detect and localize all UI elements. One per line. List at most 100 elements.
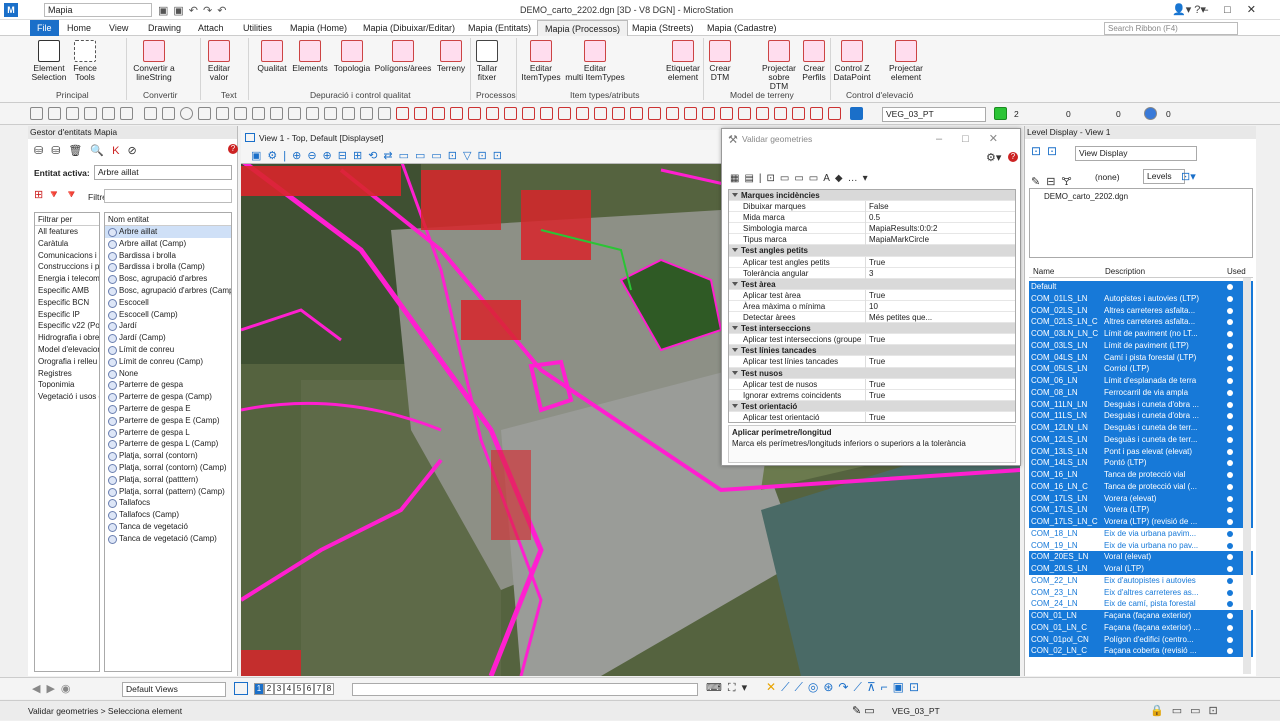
- property-category[interactable]: Test àrea: [729, 278, 1015, 290]
- level-row[interactable]: COM_04LS_LN Camí i pista forestal (LTP): [1029, 351, 1253, 364]
- entity-item[interactable]: Arbre aillat: [105, 226, 231, 238]
- entity-item[interactable]: Escocell (Camp): [105, 309, 231, 321]
- tool-icon[interactable]: [30, 107, 43, 120]
- property-value[interactable]: True: [865, 378, 1005, 390]
- property-value[interactable]: False: [865, 201, 1005, 213]
- levels-list[interactable]: Default COM_01LS_LN Autopistes i autovies …: [1029, 281, 1253, 695]
- editar-multi-itemtypes-button[interactable]: Editar multi ItemTypes: [564, 40, 626, 82]
- tool-icon[interactable]: [66, 107, 79, 120]
- property-value[interactable]: MapiaResults:0:0:2: [865, 223, 1005, 235]
- level-row[interactable]: COM_23_LN Eix d'altres carreteres as...: [1029, 586, 1253, 599]
- level-display-icons[interactable]: ⊡⊡: [1031, 144, 1063, 158]
- tool-icon[interactable]: [720, 107, 733, 120]
- level-row[interactable]: COM_06_LN Límit d'esplanada de terra: [1029, 375, 1253, 387]
- filter-icons[interactable]: ⊞🔻🔻: [34, 188, 83, 201]
- view-4-button[interactable]: 4: [284, 683, 294, 695]
- view-display-combo[interactable]: View Display: [1075, 146, 1197, 161]
- active-level-combo[interactable]: VEG_03_PT: [882, 107, 986, 122]
- level-row[interactable]: COM_01LS_LN Autopistes i autovies (LTP): [1029, 292, 1253, 305]
- editar-itemtypes-button[interactable]: Editar ItemTypes: [520, 40, 562, 82]
- circle-tool-icon[interactable]: [180, 107, 193, 120]
- dialog-window-controls[interactable]: –□✕: [936, 132, 1018, 145]
- tool-icon[interactable]: [576, 107, 589, 120]
- property-value[interactable]: True: [865, 334, 1005, 346]
- level-row[interactable]: COM_18_LN Eix de via urbana pavim...: [1029, 527, 1253, 540]
- property-row[interactable]: Dibuixar marques False: [729, 201, 1015, 213]
- level-row[interactable]: COM_19_LN Eix de via urbana no pav...: [1029, 539, 1253, 552]
- tool-icon[interactable]: [504, 107, 517, 120]
- entity-item[interactable]: Parterre de gespa: [105, 379, 231, 391]
- help-icon[interactable]: ?: [228, 144, 238, 154]
- status-icons[interactable]: ✎ ▭: [852, 701, 875, 721]
- entity-item[interactable]: Bardissa i brolla: [105, 250, 231, 262]
- entity-item[interactable]: Bosc, agrupació d'arbres (Camp): [105, 285, 231, 297]
- col-used-header[interactable]: Used: [1227, 267, 1246, 276]
- entity-item[interactable]: None: [105, 368, 231, 380]
- level-row[interactable]: COM_17LS_LN Vorera (LTP): [1029, 504, 1253, 516]
- filter-item[interactable]: Toponimia: [35, 379, 99, 391]
- polygon-tool-icon[interactable]: [162, 107, 175, 120]
- level-row[interactable]: COM_20LS_LN Voral (LTP): [1029, 563, 1253, 575]
- tool-icon[interactable]: [738, 107, 751, 120]
- level-row[interactable]: COM_16_LN Tanca de protecció vial: [1029, 469, 1253, 481]
- filter-item[interactable]: Energia i telecomu: [35, 273, 99, 285]
- entity-item[interactable]: Parterre de gespa E: [105, 403, 231, 415]
- tool-icon[interactable]: [684, 107, 697, 120]
- filter-item[interactable]: Orografia i relleu: [35, 356, 99, 368]
- file-tree-item[interactable]: DEMO_carto_2202.dgn: [1030, 189, 1252, 204]
- tab-mapia-dibuixar[interactable]: Mapia (Dibuixar/Editar): [356, 20, 462, 36]
- status-right-icons[interactable]: 🔒▭▭⊡: [1150, 701, 1226, 721]
- tool-icon[interactable]: [468, 107, 481, 120]
- property-value[interactable]: True: [865, 389, 1005, 401]
- entity-item[interactable]: Jardí (Camp): [105, 332, 231, 344]
- settings-gear-icon[interactable]: ⚙▾: [986, 151, 1001, 164]
- level-row[interactable]: COM_17LS_LN_C Vorera (LTP) (revisió de ..…: [1029, 516, 1253, 528]
- entity-item[interactable]: Tallafocs (Camp): [105, 509, 231, 521]
- tool-icon[interactable]: [378, 107, 391, 120]
- level-row[interactable]: COM_16_LN_C Tanca de protecció vial (...: [1029, 480, 1253, 493]
- tab-drawing[interactable]: Drawing: [141, 20, 188, 36]
- display-style-icon[interactable]: ⊡▾: [1181, 170, 1196, 183]
- filter-item[interactable]: Especific AMB: [35, 285, 99, 297]
- entity-item[interactable]: Platja, sorral (contorn) (Camp): [105, 462, 231, 474]
- tool-icon[interactable]: [84, 107, 97, 120]
- property-category[interactable]: Marques incidències: [729, 190, 1015, 202]
- editar-valor-button[interactable]: Editar valor: [204, 40, 234, 82]
- level-row[interactable]: COM_24_LN Eix de camí, pista forestal: [1029, 598, 1253, 610]
- user-icon[interactable]: 👤▾ ?▾: [1172, 3, 1206, 16]
- tool-icon[interactable]: [522, 107, 535, 120]
- property-row[interactable]: Aplicar test àrea True: [729, 289, 1015, 301]
- entity-item[interactable]: Jardí: [105, 320, 231, 332]
- entity-item[interactable]: Tallafocs: [105, 497, 231, 509]
- style2-value[interactable]: 0: [1116, 109, 1121, 119]
- property-value[interactable]: Més petites que...: [865, 312, 1005, 324]
- tool-icon[interactable]: [270, 107, 283, 120]
- topologia-button[interactable]: Topologia: [332, 40, 372, 73]
- view-2-button[interactable]: 2: [264, 683, 274, 695]
- convertir-linestring-button[interactable]: Convertir a lineString: [132, 40, 176, 82]
- property-row[interactable]: Tipus marca MapiaMarkCircle: [729, 234, 1015, 246]
- tool-icon[interactable]: [486, 107, 499, 120]
- filter-item[interactable]: Construccions i po: [35, 261, 99, 273]
- level-row[interactable]: COM_17LS_LN Vorera (elevat): [1029, 492, 1253, 505]
- qualitat-button[interactable]: Qualitat: [254, 40, 290, 73]
- level-row[interactable]: COM_08_LN Ferrocarril de via ampla: [1029, 386, 1253, 399]
- tab-mapia-entitats[interactable]: Mapia (Entitats): [461, 20, 538, 36]
- tool-icon[interactable]: [648, 107, 661, 120]
- color-swatch-icon[interactable]: [994, 107, 1007, 120]
- tool-icon[interactable]: [756, 107, 769, 120]
- tool-icon[interactable]: [306, 107, 319, 120]
- filter-item[interactable]: Especific BCN: [35, 297, 99, 309]
- default-views-combo[interactable]: Default Views: [122, 682, 226, 697]
- tool-icon[interactable]: [48, 107, 61, 120]
- property-value[interactable]: True: [865, 256, 1005, 268]
- property-value[interactable]: 0.5: [865, 212, 1005, 224]
- style3-value[interactable]: 0: [1166, 109, 1171, 119]
- filter-item[interactable]: Comunicacions i v: [35, 250, 99, 262]
- level-row[interactable]: COM_03LS_LN Límit de paviment (LTP): [1029, 339, 1253, 352]
- tab-file[interactable]: File: [30, 20, 59, 36]
- col-name-header[interactable]: Name: [1033, 267, 1054, 276]
- level-row[interactable]: CON_02_LN_C Façana coberta (revisió ...: [1029, 645, 1253, 657]
- tool-icon[interactable]: [702, 107, 715, 120]
- level-row[interactable]: COM_12LN_LN Desguàs i cuneta de terr...: [1029, 422, 1253, 434]
